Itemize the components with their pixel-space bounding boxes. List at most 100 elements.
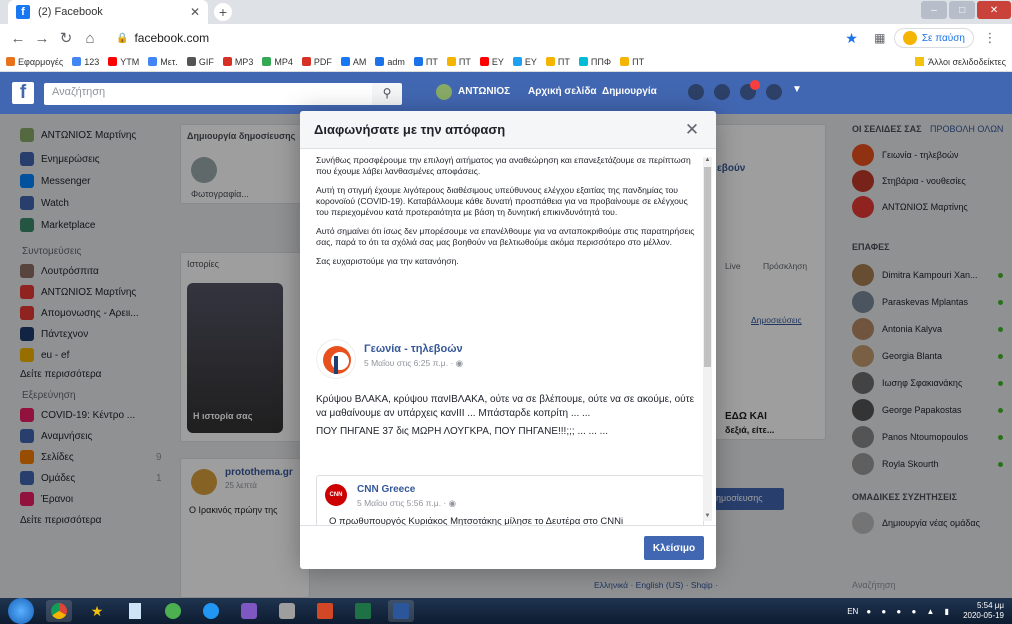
lock-icon: 🔒 (116, 32, 129, 44)
friends-icon[interactable] (688, 84, 704, 100)
bookmark-item[interactable]: ΠΤ (413, 56, 438, 67)
facebook-search-input[interactable]: Αναζήτηση (44, 83, 376, 105)
bookmark-item[interactable]: 123 (72, 57, 99, 67)
facebook-logo-icon[interactable]: f (12, 82, 34, 104)
scroll-down-icon[interactable]: ▼ (703, 513, 712, 521)
extensions-icon[interactable]: ▦ (870, 31, 890, 45)
address-toolbar: ← → ↻ ⌂ 🔒 facebook.com ★ ▦ Σε παύση ⋮ (0, 24, 1012, 52)
page-logo-icon[interactable] (316, 339, 356, 379)
bookmark-item[interactable]: MP4 (262, 57, 293, 67)
dialog-title: Διαφωνήσατε με την απόφαση (314, 122, 506, 137)
search-icon[interactable]: ⚲ (372, 83, 402, 105)
top-profile-link[interactable]: ΑΝΤΩΝΙΟΣ (458, 86, 510, 97)
bookmark-item[interactable]: ΕΥ (479, 57, 504, 67)
bookmark-favicon-icon (479, 57, 489, 66)
bookmark-item[interactable]: GIF (186, 57, 214, 67)
post-author[interactable]: Γεωνία - τηλεβοών (364, 343, 463, 355)
notepad-taskbar-icon[interactable] (122, 600, 148, 622)
chrome-taskbar-icon[interactable] (46, 600, 72, 622)
messenger-icon[interactable] (714, 84, 730, 100)
start-button[interactable] (8, 598, 34, 624)
shared-author[interactable]: CNN Greece (357, 484, 415, 495)
browser-tab[interactable]: f (2) Facebook ✕ (8, 0, 208, 24)
bookmark-item[interactable]: YTM (108, 57, 139, 67)
tray-icons[interactable]: ● ● ● ● ▲ ▮ (866, 607, 953, 616)
tab-close-icon[interactable]: ✕ (190, 5, 200, 19)
facebook-top-bar: f Αναζήτηση ⚲ ΑΝΤΩΝΙΟΣ Αρχική σελίδα Δημ… (0, 72, 1012, 114)
close-button[interactable]: Κλείσιμο (644, 536, 704, 560)
bookmark-item[interactable]: MP3 (222, 56, 254, 67)
menu-kebab-icon[interactable]: ⋮ (980, 30, 1000, 46)
dialog-footer: Κλείσιμο (300, 525, 716, 569)
top-create-link[interactable]: Δημιουργία (602, 86, 657, 97)
bookmark-label: MP3 (234, 56, 254, 67)
bookmark-label: ΠΤ (425, 56, 438, 67)
globe-icon: ◉ (448, 498, 457, 508)
folder-icon (915, 57, 925, 66)
dialog-header: Διαφωνήσατε με την απόφαση ✕ (300, 111, 716, 149)
bookmark-item[interactable]: ΠΤ (446, 57, 471, 67)
language-indicator[interactable]: EN (847, 607, 858, 616)
app-taskbar-icon[interactable] (274, 600, 300, 622)
bookmark-item[interactable]: Εφαρμογές (6, 57, 63, 67)
close-icon[interactable]: ✕ (682, 120, 702, 140)
account-menu-chevron-down-icon[interactable]: ▼ (792, 84, 802, 95)
windows-taskbar: ★ EN ● ● ● ● ▲ ▮ 5:54 μμ 2020-05-19 (0, 598, 1012, 624)
bookmark-favicon-icon (578, 57, 588, 66)
back-arrow-icon[interactable]: ← (8, 30, 28, 47)
bookmark-label: MP4 (274, 56, 293, 67)
dialog-paragraph: Αυτό σημαίνει ότι ίσως δεν μπορέσουμε να… (316, 226, 695, 247)
clock-time: 5:54 μμ (976, 601, 1004, 610)
bookmark-item[interactable]: Μετ. (148, 57, 178, 67)
app-taskbar-icon[interactable] (236, 600, 262, 622)
bookmark-label: Μετ. (160, 56, 178, 67)
home-icon[interactable]: ⌂ (80, 30, 100, 47)
help-icon[interactable] (766, 84, 782, 100)
minimize-button[interactable]: ‒ (921, 1, 948, 19)
reload-icon[interactable]: ↻ (56, 29, 76, 47)
maximize-button[interactable]: □ (949, 1, 976, 19)
bookmark-item[interactable]: ΕΥ (512, 57, 537, 67)
bookmark-favicon-icon (512, 57, 522, 66)
globe-icon: ◉ (455, 358, 464, 368)
browser-tab-strip: f (2) Facebook ✕ + ‒ □ ✕ (0, 0, 1012, 24)
excel-taskbar-icon[interactable] (350, 600, 376, 622)
close-window-button[interactable]: ✕ (977, 1, 1011, 19)
clock[interactable]: 5:54 μμ 2020-05-19 (963, 601, 1004, 621)
bookmark-star-icon[interactable]: ★ (845, 30, 858, 47)
bookmark-item[interactable]: ΠΠΦ (578, 57, 611, 67)
star-app-taskbar-icon[interactable]: ★ (84, 600, 110, 622)
dialog-body: Συνήθως προσφέρουμε την επιλογή αιτήματο… (310, 155, 706, 525)
bookmark-item[interactable]: ΠΤ (545, 57, 570, 67)
new-tab-button[interactable]: + (214, 3, 232, 21)
shared-time[interactable]: 5 Μαΐου στις 5:56 π.μ. · (357, 498, 449, 508)
app-taskbar-icon[interactable] (160, 600, 186, 622)
app-taskbar-icon[interactable] (198, 600, 224, 622)
word-taskbar-icon[interactable] (388, 600, 414, 622)
profile-status: Σε παύση (921, 32, 965, 44)
profile-button[interactable]: Σε παύση (893, 28, 974, 48)
bookmark-favicon-icon (6, 57, 15, 66)
powerpoint-taskbar-icon[interactable] (312, 600, 338, 622)
system-tray: EN ● ● ● ● ▲ ▮ 5:54 μμ 2020-05-19 (847, 601, 1012, 621)
bookmark-item[interactable]: ΠΤ (620, 57, 644, 67)
shared-post[interactable]: CNN CNN Greece 5 Μαΐου στις 5:56 π.μ. · … (316, 475, 704, 525)
other-bookmarks[interactable]: Άλλοι σελιδοδείκτες (915, 57, 1006, 67)
notification-badge (750, 80, 760, 90)
scroll-up-icon[interactable]: ▲ (703, 157, 712, 165)
bookmark-favicon-icon (413, 57, 423, 66)
profile-avatar[interactable] (436, 84, 452, 100)
bookmark-item[interactable]: AM (340, 57, 366, 67)
post-time[interactable]: 5 Μαΐου στις 6:25 π.μ. · (364, 358, 456, 368)
bookmark-label: YTM (120, 56, 140, 67)
forward-arrow-icon[interactable]: → (32, 30, 52, 47)
dialog-paragraph: Αυτή τη στιγμή έχουμε λιγότερους διαθέσι… (316, 185, 688, 217)
dialog-paragraph: Συνήθως προσφέρουμε την επιλογή αιτήματο… (316, 155, 691, 176)
dialog-scrollbar[interactable]: ▲ ▼ (703, 157, 712, 521)
bookmark-item[interactable]: adm (375, 57, 405, 67)
top-home-link[interactable]: Αρχική σελίδα (528, 86, 597, 97)
scrollbar-thumb[interactable] (704, 167, 711, 367)
url-field[interactable]: 🔒 facebook.com (116, 31, 845, 45)
bookmark-item[interactable]: PDF (301, 57, 332, 67)
bookmark-favicon-icon (262, 57, 272, 66)
